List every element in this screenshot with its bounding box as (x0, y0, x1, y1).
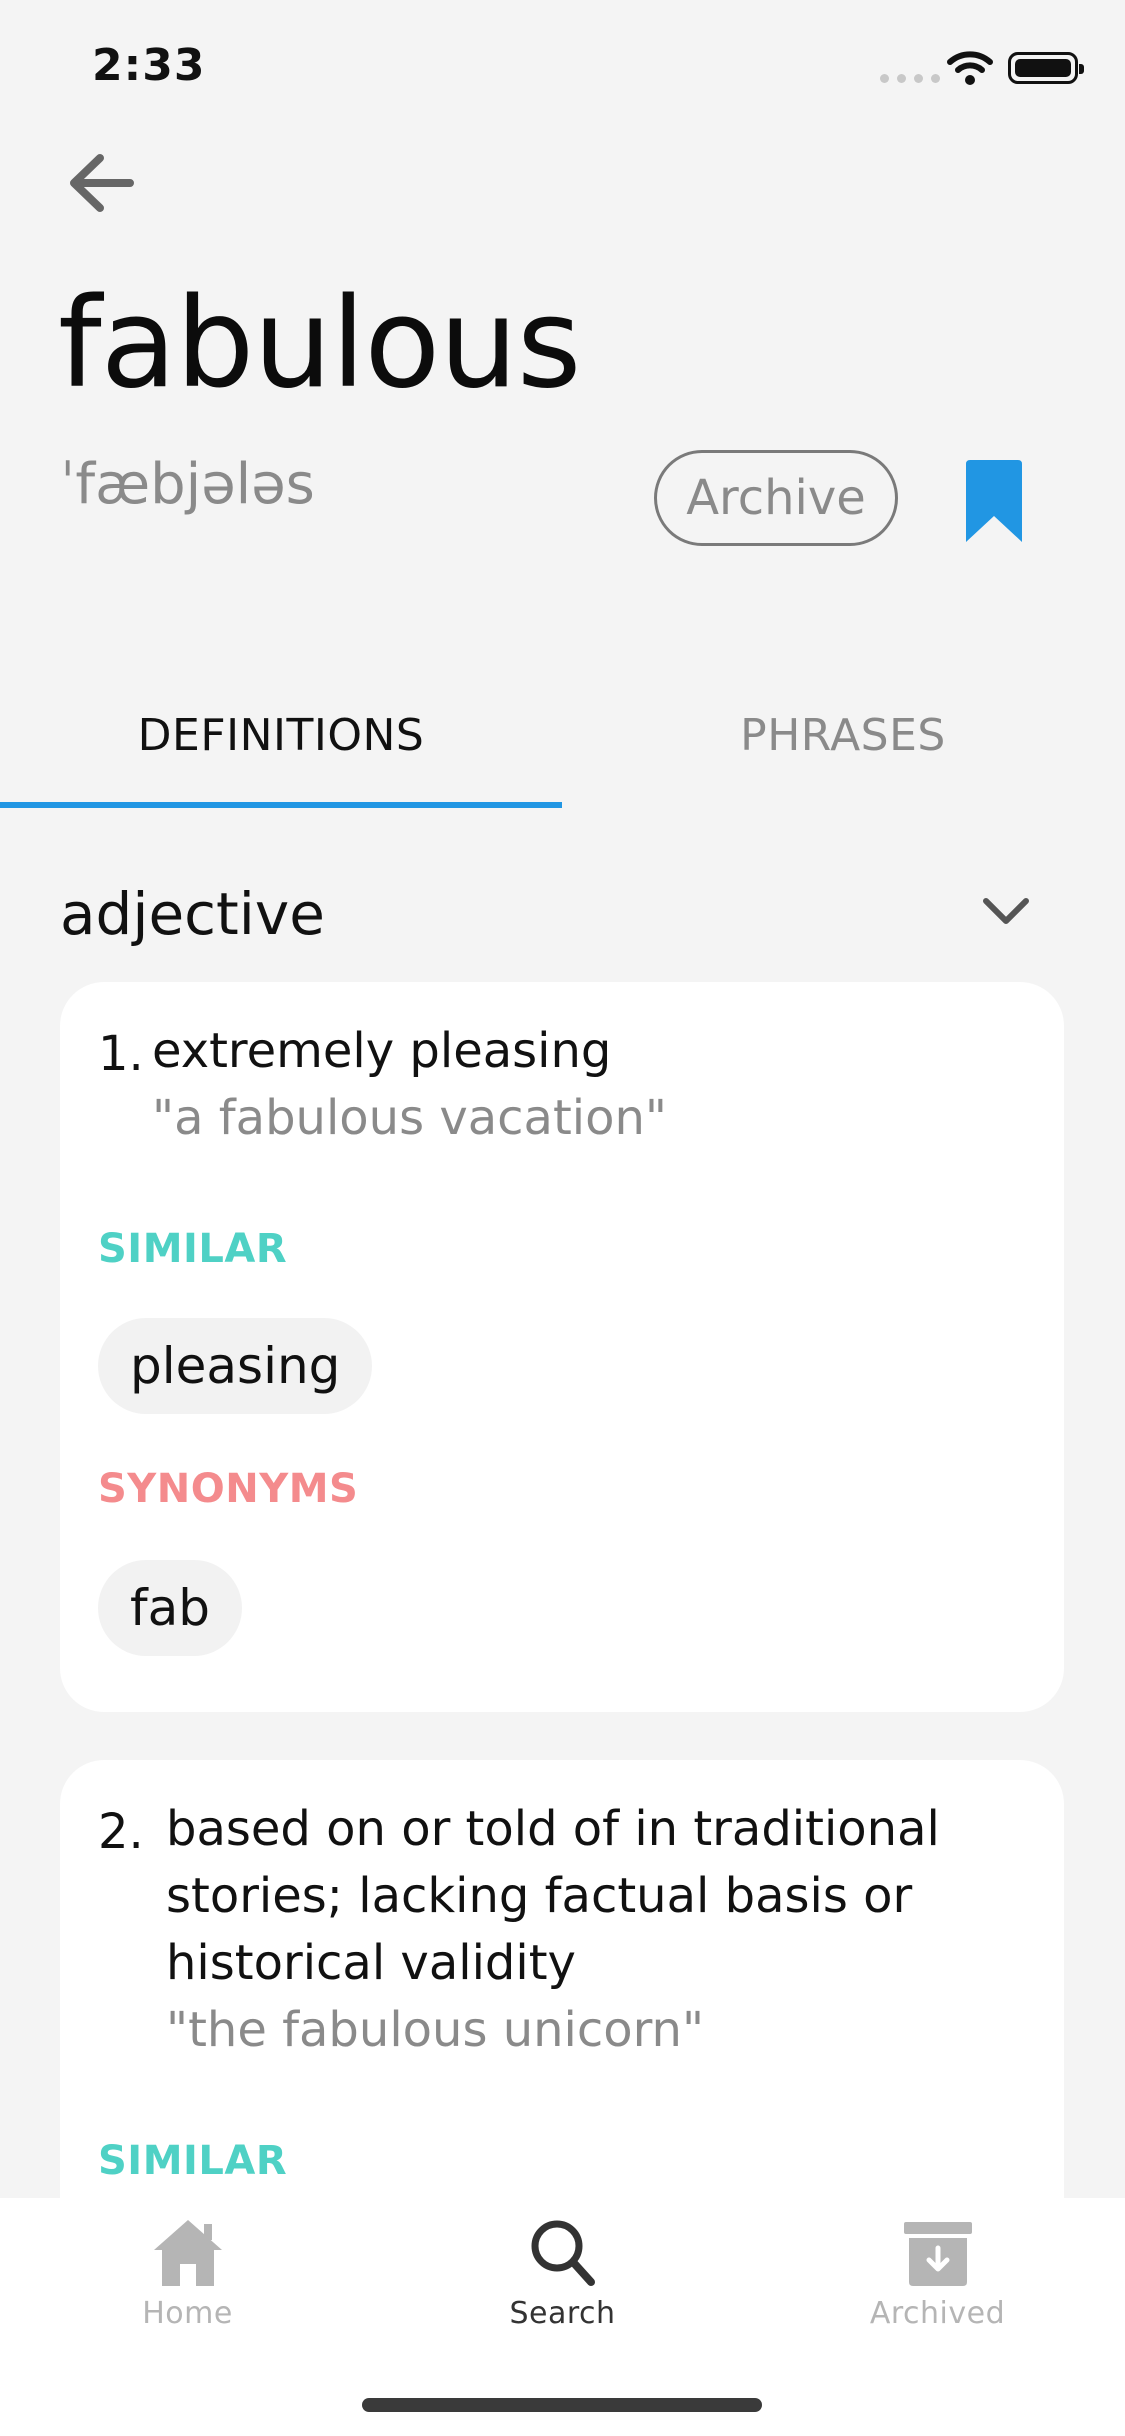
back-arrow-icon[interactable] (66, 150, 136, 216)
chevron-down-icon[interactable] (982, 896, 1030, 926)
status-time: 2:33 (92, 40, 206, 91)
nav-label-archived: Archived (869, 2296, 1006, 2331)
definition-number: 1. (98, 1026, 144, 1082)
tab-phrases[interactable]: PHRASES (562, 710, 1124, 761)
phonetic-spelling: ˈfæbjələs (60, 452, 315, 517)
wifi-icon (947, 51, 993, 85)
definition-text: extremely pleasing (152, 1023, 612, 1079)
similar-label: SIMILAR (98, 1226, 288, 1272)
definition-text-line: stories; lacking factual basis or (166, 1868, 913, 1924)
definition-card: 1. extremely pleasing "a fabulous vacati… (60, 982, 1064, 1712)
battery-icon (1008, 52, 1084, 84)
active-tab-indicator (0, 802, 562, 808)
search-icon (531, 2220, 595, 2286)
part-of-speech-heading: adjective (60, 880, 325, 948)
synonyms-label: SYNONYMS (98, 1466, 359, 1512)
definition-example: "a fabulous vacation" (152, 1090, 667, 1146)
bookmark-icon[interactable] (962, 458, 1026, 544)
word-title: fabulous (58, 272, 581, 416)
nav-item-search[interactable]: Search (375, 2216, 750, 2331)
definition-example: "the fabulous unicorn" (166, 2002, 705, 2058)
definition-text-line: historical validity (166, 1935, 576, 1991)
similar-label: SIMILAR (98, 2138, 288, 2184)
nav-label-home: Home (142, 2296, 233, 2331)
nav-label-search: Search (509, 2296, 616, 2331)
home-indicator[interactable] (362, 2398, 762, 2412)
archive-button[interactable]: Archive (654, 450, 898, 546)
cellular-signal-icon (880, 74, 940, 83)
definition-number: 2. (98, 1804, 144, 1860)
similar-word-chip[interactable]: pleasing (98, 1318, 373, 1414)
definition-text-line: based on or told of in traditional (166, 1801, 940, 1857)
nav-item-home[interactable]: Home (0, 2216, 375, 2331)
synonym-word-chip[interactable]: fab (98, 1560, 242, 1656)
tab-definitions[interactable]: DEFINITIONS (0, 710, 562, 761)
archive-box-icon (903, 2222, 972, 2286)
nav-item-archived[interactable]: Archived (750, 2216, 1125, 2331)
home-icon (153, 2220, 222, 2286)
